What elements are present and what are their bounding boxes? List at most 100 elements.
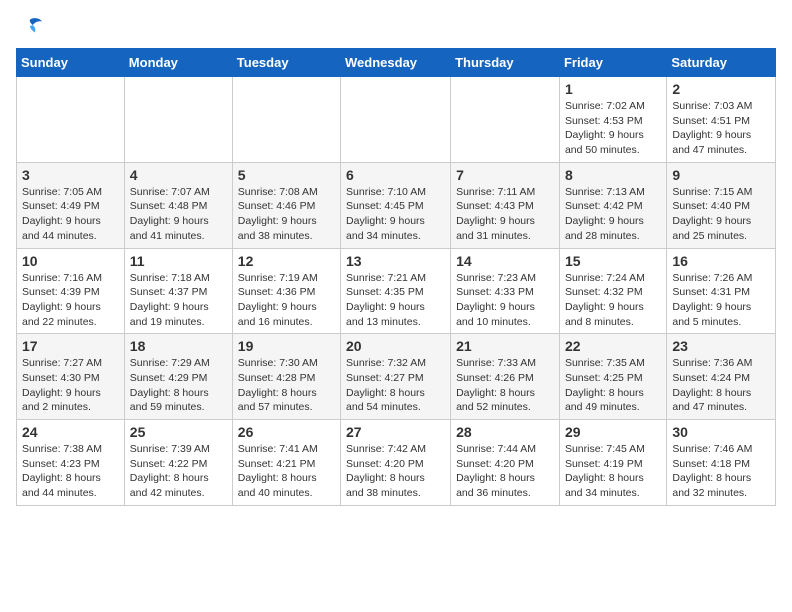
calendar-cell: 4 Sunrise: 7:07 AM Sunset: 4:48 PM Daylig… [124,162,232,248]
weekday-header: Thursday [451,49,560,77]
logo [16,16,50,38]
calendar-week-row: 1 Sunrise: 7:02 AM Sunset: 4:53 PM Daylig… [17,77,776,163]
calendar-cell: 30 Sunrise: 7:46 AM Sunset: 4:18 PM Dayli… [667,420,776,506]
day-number: 30 [672,424,770,440]
calendar-cell [232,77,340,163]
day-info: Sunrise: 7:23 AM Sunset: 4:33 PM Dayligh… [456,271,554,330]
calendar-cell: 5 Sunrise: 7:08 AM Sunset: 4:46 PM Daylig… [232,162,340,248]
day-number: 13 [346,253,445,269]
header [16,16,776,38]
day-number: 8 [565,167,661,183]
day-info: Sunrise: 7:36 AM Sunset: 4:24 PM Dayligh… [672,356,770,415]
calendar-cell: 6 Sunrise: 7:10 AM Sunset: 4:45 PM Daylig… [341,162,451,248]
day-number: 24 [22,424,119,440]
day-number: 23 [672,338,770,354]
calendar-cell: 25 Sunrise: 7:39 AM Sunset: 4:22 PM Dayli… [124,420,232,506]
calendar-cell: 10 Sunrise: 7:16 AM Sunset: 4:39 PM Dayli… [17,248,125,334]
calendar-cell [124,77,232,163]
day-info: Sunrise: 7:32 AM Sunset: 4:27 PM Dayligh… [346,356,445,415]
day-info: Sunrise: 7:21 AM Sunset: 4:35 PM Dayligh… [346,271,445,330]
weekday-header: Saturday [667,49,776,77]
day-info: Sunrise: 7:26 AM Sunset: 4:31 PM Dayligh… [672,271,770,330]
calendar-cell: 13 Sunrise: 7:21 AM Sunset: 4:35 PM Dayli… [341,248,451,334]
calendar-cell: 24 Sunrise: 7:38 AM Sunset: 4:23 PM Dayli… [17,420,125,506]
calendar-cell: 22Sunrise: 7:35 AM Sunset: 4:25 PM Dayli… [559,334,666,420]
calendar-cell: 16 Sunrise: 7:26 AM Sunset: 4:31 PM Dayli… [667,248,776,334]
day-info: Sunrise: 7:27 AM Sunset: 4:30 PM Dayligh… [22,356,119,415]
calendar-cell: 15Sunrise: 7:24 AM Sunset: 4:32 PM Dayli… [559,248,666,334]
day-info: Sunrise: 7:13 AM Sunset: 4:42 PM Dayligh… [565,185,661,244]
calendar-cell: 7 Sunrise: 7:11 AM Sunset: 4:43 PM Daylig… [451,162,560,248]
weekday-header: Tuesday [232,49,340,77]
day-info: Sunrise: 7:16 AM Sunset: 4:39 PM Dayligh… [22,271,119,330]
calendar-cell: 26 Sunrise: 7:41 AM Sunset: 4:21 PM Dayli… [232,420,340,506]
weekday-header: Wednesday [341,49,451,77]
calendar-table: SundayMondayTuesdayWednesdayThursdayFrid… [16,48,776,506]
day-info: Sunrise: 7:05 AM Sunset: 4:49 PM Dayligh… [22,185,119,244]
day-info: Sunrise: 7:24 AM Sunset: 4:32 PM Dayligh… [565,271,661,330]
day-info: Sunrise: 7:33 AM Sunset: 4:26 PM Dayligh… [456,356,554,415]
day-number: 6 [346,167,445,183]
calendar-cell: 12 Sunrise: 7:19 AM Sunset: 4:36 PM Dayli… [232,248,340,334]
day-number: 21 [456,338,554,354]
calendar-cell: 1 Sunrise: 7:02 AM Sunset: 4:53 PM Daylig… [559,77,666,163]
weekday-header: Monday [124,49,232,77]
day-number: 11 [130,253,227,269]
calendar-cell: 29 Sunrise: 7:45 AM Sunset: 4:19 PM Dayli… [559,420,666,506]
day-number: 28 [456,424,554,440]
day-info: Sunrise: 7:18 AM Sunset: 4:37 PM Dayligh… [130,271,227,330]
day-number: 1 [565,81,661,97]
day-info: Sunrise: 7:29 AM Sunset: 4:29 PM Dayligh… [130,356,227,415]
day-info: Sunrise: 7:42 AM Sunset: 4:20 PM Dayligh… [346,442,445,501]
calendar-week-row: 17 Sunrise: 7:27 AM Sunset: 4:30 PM Dayli… [17,334,776,420]
day-info: Sunrise: 7:30 AM Sunset: 4:28 PM Dayligh… [238,356,335,415]
day-number: 17 [22,338,119,354]
calendar-cell: 18Sunrise: 7:29 AM Sunset: 4:29 PM Dayli… [124,334,232,420]
day-info: Sunrise: 7:15 AM Sunset: 4:40 PM Dayligh… [672,185,770,244]
calendar-week-row: 3 Sunrise: 7:05 AM Sunset: 4:49 PM Daylig… [17,162,776,248]
calendar-cell: 11 Sunrise: 7:18 AM Sunset: 4:37 PM Dayli… [124,248,232,334]
day-number: 27 [346,424,445,440]
calendar-cell: 21 Sunrise: 7:33 AM Sunset: 4:26 PM Dayli… [451,334,560,420]
day-number: 2 [672,81,770,97]
day-number: 26 [238,424,335,440]
day-number: 7 [456,167,554,183]
calendar-cell: 23 Sunrise: 7:36 AM Sunset: 4:24 PM Dayli… [667,334,776,420]
calendar-cell: 14 Sunrise: 7:23 AM Sunset: 4:33 PM Dayli… [451,248,560,334]
day-number: 20 [346,338,445,354]
day-number: 9 [672,167,770,183]
day-number: 4 [130,167,227,183]
day-number: 14 [456,253,554,269]
day-number: 16 [672,253,770,269]
weekday-header: Friday [559,49,666,77]
day-info: Sunrise: 7:02 AM Sunset: 4:53 PM Dayligh… [565,99,661,158]
day-info: Sunrise: 7:08 AM Sunset: 4:46 PM Dayligh… [238,185,335,244]
day-number: 5 [238,167,335,183]
calendar-cell [17,77,125,163]
day-info: Sunrise: 7:45 AM Sunset: 4:19 PM Dayligh… [565,442,661,501]
calendar-cell [341,77,451,163]
day-info: Sunrise: 7:19 AM Sunset: 4:36 PM Dayligh… [238,271,335,330]
calendar-cell [451,77,560,163]
day-info: Sunrise: 7:11 AM Sunset: 4:43 PM Dayligh… [456,185,554,244]
day-number: 25 [130,424,227,440]
day-info: Sunrise: 7:03 AM Sunset: 4:51 PM Dayligh… [672,99,770,158]
day-info: Sunrise: 7:38 AM Sunset: 4:23 PM Dayligh… [22,442,119,501]
calendar-cell: 8 Sunrise: 7:13 AM Sunset: 4:42 PM Daylig… [559,162,666,248]
calendar-week-row: 10 Sunrise: 7:16 AM Sunset: 4:39 PM Dayli… [17,248,776,334]
calendar-cell: 17 Sunrise: 7:27 AM Sunset: 4:30 PM Dayli… [17,334,125,420]
day-info: Sunrise: 7:44 AM Sunset: 4:20 PM Dayligh… [456,442,554,501]
day-number: 10 [22,253,119,269]
calendar-cell: 2 Sunrise: 7:03 AM Sunset: 4:51 PM Daylig… [667,77,776,163]
day-number: 3 [22,167,119,183]
calendar-cell: 3 Sunrise: 7:05 AM Sunset: 4:49 PM Daylig… [17,162,125,248]
day-info: Sunrise: 7:46 AM Sunset: 4:18 PM Dayligh… [672,442,770,501]
day-info: Sunrise: 7:07 AM Sunset: 4:48 PM Dayligh… [130,185,227,244]
day-info: Sunrise: 7:10 AM Sunset: 4:45 PM Dayligh… [346,185,445,244]
day-number: 29 [565,424,661,440]
calendar-cell: 9 Sunrise: 7:15 AM Sunset: 4:40 PM Daylig… [667,162,776,248]
day-info: Sunrise: 7:39 AM Sunset: 4:22 PM Dayligh… [130,442,227,501]
day-number: 12 [238,253,335,269]
day-info: Sunrise: 7:41 AM Sunset: 4:21 PM Dayligh… [238,442,335,501]
weekday-header: Sunday [17,49,125,77]
